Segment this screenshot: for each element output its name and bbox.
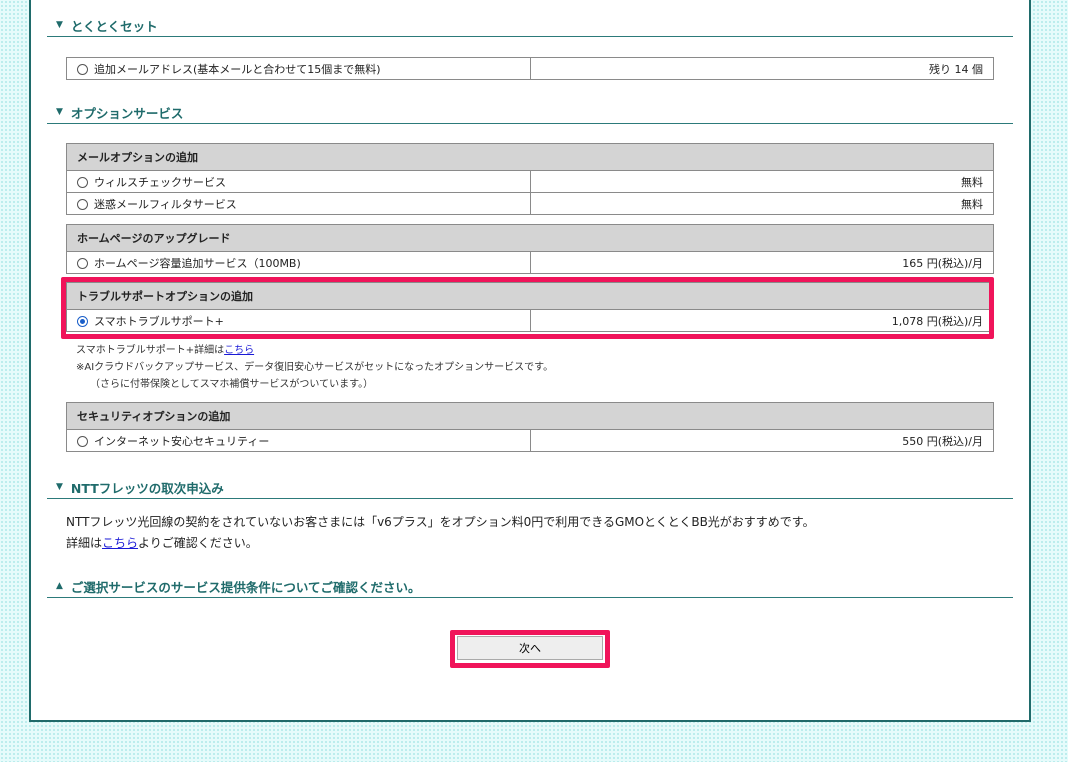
note-text: スマホトラブルサポート+詳細は [76, 345, 225, 356]
section-header-ntt[interactable]: ▼ NTTフレッツの取次申込み [47, 476, 1013, 499]
option-row-selected[interactable]: スマホトラブルサポート+ 1,078 円(税込)/月 [66, 309, 994, 332]
section-header-option[interactable]: ▼ オプションサービス [47, 101, 1013, 124]
radio-icon[interactable] [77, 198, 88, 210]
option-value: 165 円(税込)/月 [530, 251, 994, 274]
section-title: ご選択サービスのサービス提供条件についてご確認ください。 [70, 579, 421, 595]
ntt-description: NTTフレッツ光回線の契約をされていないお客さまには「v6プラス」をオプション料… [66, 512, 815, 554]
option-value: 無料 [530, 170, 994, 193]
option-value: 無料 [530, 192, 994, 215]
option-row[interactable]: ホームページ容量追加サービス（100MB) 165 円(税込)/月 [66, 251, 994, 274]
section-header-tokutoku[interactable]: ▼ とくとくセット [47, 14, 1013, 37]
section-title: NTTフレッツの取次申込み [70, 480, 224, 496]
option-row[interactable]: 追加メールアドレス(基本メールと合わせて15個まで無料) 残り 14 個 [66, 57, 994, 80]
section-title: オプションサービス [70, 105, 184, 121]
option-row[interactable]: インターネット安心セキュリティー 550 円(税込)/月 [66, 429, 994, 452]
trouble-support-table: トラブルサポートオプションの追加 スマホトラブルサポート+ 1,078 円(税込… [66, 282, 994, 332]
option-label: スマホトラブルサポート+ [94, 314, 224, 328]
option-label: 追加メールアドレス(基本メールと合わせて15個まで無料) [94, 62, 381, 76]
group-title: メールオプションの追加 [66, 143, 994, 171]
radio-icon[interactable] [77, 435, 88, 447]
option-label: ウィルスチェックサービス [94, 175, 226, 189]
homepage-option-table: ホームページのアップグレード ホームページ容量追加サービス（100MB) 165… [66, 224, 994, 274]
ntt-detail-link[interactable]: こちら [102, 536, 138, 550]
main-panel: ▼ とくとくセット 追加メールアドレス(基本メールと合わせて15個まで無料) 残… [29, 0, 1031, 722]
triangle-up-icon: ▲ [56, 581, 63, 591]
radio-icon[interactable] [77, 257, 88, 269]
group-title: セキュリティオプションの追加 [66, 402, 994, 430]
option-label: ホームページ容量追加サービス（100MB) [94, 256, 301, 270]
radio-icon[interactable] [77, 176, 88, 188]
option-note: スマホトラブルサポート+詳細はこちら ※AIクラウドバックアップサービス、データ… [76, 342, 553, 393]
tokutoku-table: 追加メールアドレス(基本メールと合わせて15個まで無料) 残り 14 個 [66, 57, 994, 80]
section-title: とくとくセット [70, 18, 158, 34]
triangle-down-icon: ▼ [56, 482, 63, 492]
group-title: ホームページのアップグレード [66, 224, 994, 252]
option-value: 残り 14 個 [530, 57, 994, 80]
radio-selected-icon[interactable] [77, 315, 88, 327]
note-text: ※AIクラウドバックアップサービス、データ復旧安心サービスがセットになったオプシ… [76, 362, 554, 373]
note-text: （さらに付帯保険としてスマホ補償サービスがついています。） [90, 379, 374, 390]
option-label: インターネット安心セキュリティー [94, 434, 270, 448]
ntt-text: NTTフレッツ光回線の契約をされていないお客さまには「v6プラス」をオプション料… [66, 515, 815, 529]
option-value: 1,078 円(税込)/月 [530, 309, 994, 332]
ntt-text: よりご確認ください。 [138, 536, 258, 550]
next-button[interactable]: 次へ [457, 636, 603, 660]
ntt-text: 詳細は [66, 536, 103, 550]
radio-icon[interactable] [77, 63, 88, 75]
mail-option-table: メールオプションの追加 ウィルスチェックサービス 無料 迷惑メールフィルタサービ… [66, 143, 994, 215]
option-value: 550 円(税込)/月 [530, 429, 994, 452]
triangle-down-icon: ▼ [56, 107, 63, 117]
detail-link[interactable]: こちら [224, 345, 254, 356]
option-label: 迷惑メールフィルタサービス [94, 197, 237, 211]
group-title: トラブルサポートオプションの追加 [66, 282, 994, 310]
security-option-table: セキュリティオプションの追加 インターネット安心セキュリティー 550 円(税込… [66, 402, 994, 452]
option-row[interactable]: 迷惑メールフィルタサービス 無料 [66, 192, 994, 215]
section-header-conditions[interactable]: ▲ ご選択サービスのサービス提供条件についてご確認ください。 [47, 575, 1013, 598]
option-row[interactable]: ウィルスチェックサービス 無料 [66, 170, 994, 193]
triangle-down-icon: ▼ [56, 20, 63, 30]
